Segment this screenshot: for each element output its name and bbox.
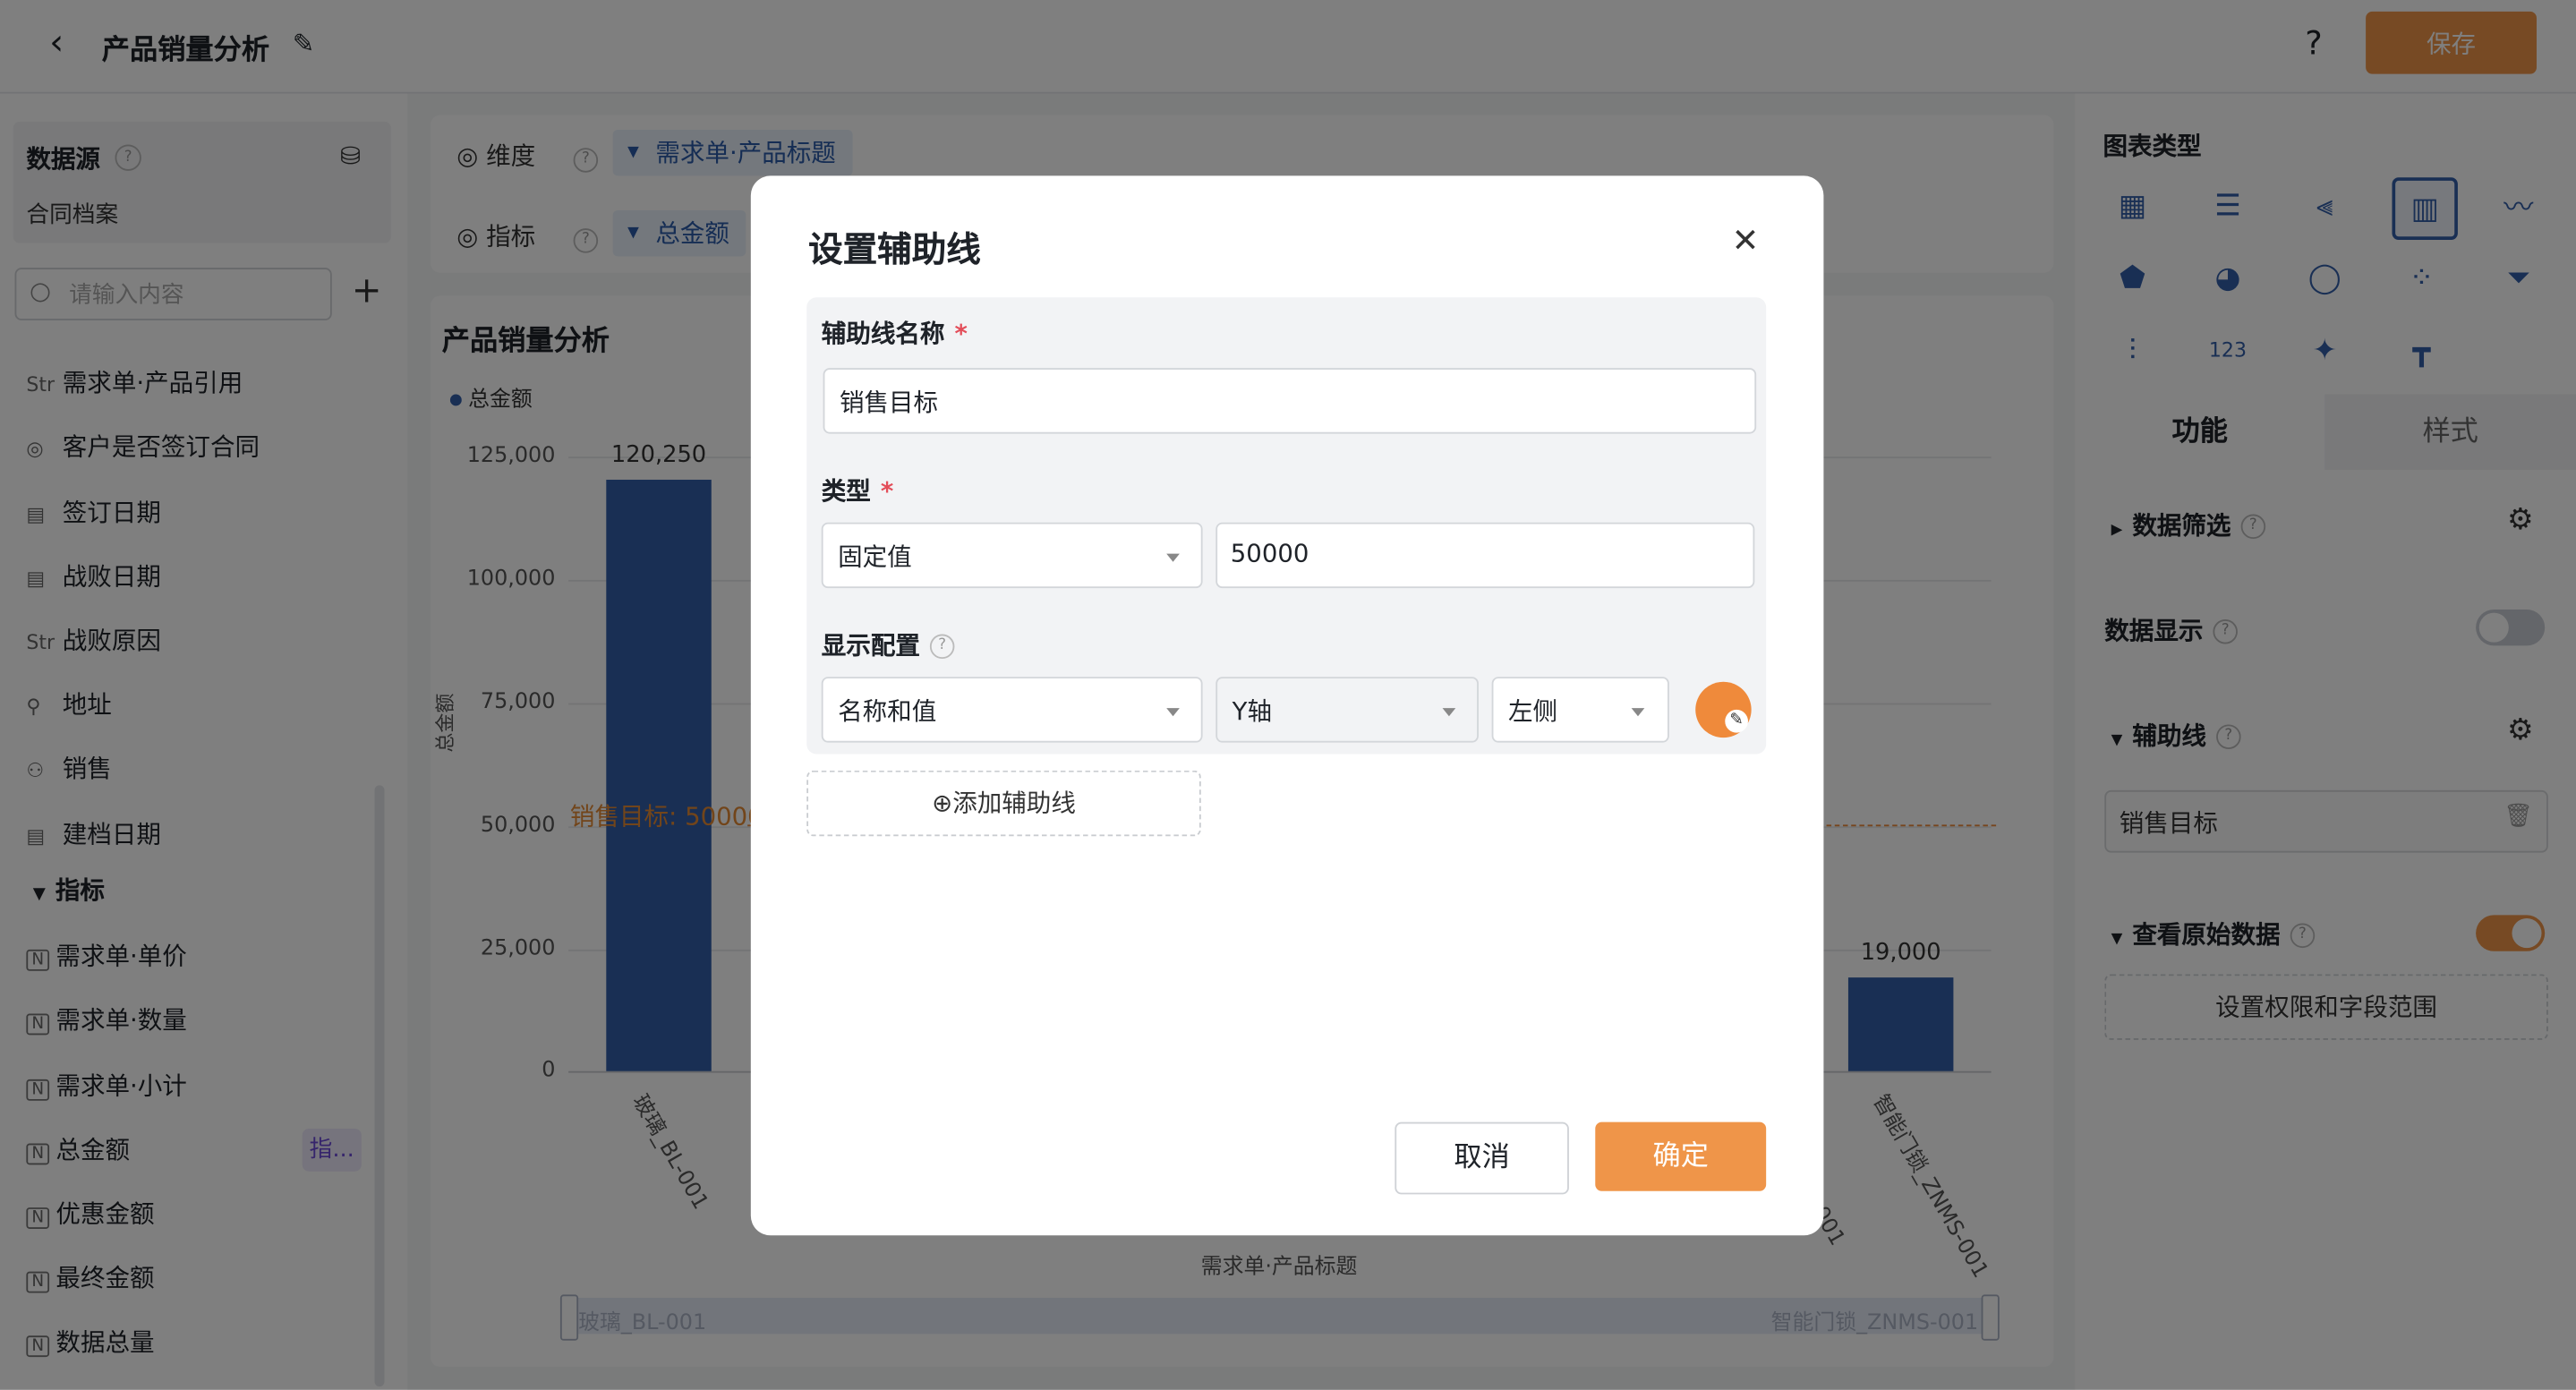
display-config-label: 显示配置? (822, 627, 955, 662)
type-label-text: 类型 (821, 476, 871, 507)
chevron-down-icon (1631, 708, 1645, 717)
type-label: 类型 * (822, 473, 894, 508)
dialog-title: 设置辅助线 (808, 229, 981, 270)
add-aux-line-button[interactable]: ⊕添加辅助线 (806, 770, 1201, 837)
close-icon[interactable]: ✕ (1732, 220, 1760, 260)
name-label-text: 辅助线名称 (821, 319, 945, 349)
axis-select-value: Y轴 (1232, 696, 1272, 727)
name-input[interactable] (823, 368, 1757, 434)
cancel-button[interactable]: 取消 (1395, 1121, 1569, 1195)
display-label-text: 显示配置 (821, 630, 920, 661)
name-label: 辅助线名称 * (822, 315, 968, 350)
required-mark: * (880, 476, 894, 507)
confirm-button[interactable]: 确定 (1595, 1121, 1767, 1191)
plus-circle-icon: ⊕ (932, 789, 953, 819)
add-aux-line-label: 添加辅助线 (952, 789, 1076, 819)
side-select-value: 左侧 (1507, 696, 1558, 727)
pencil-icon: ✎ (1725, 709, 1748, 733)
name-input-value: 销售目标 (839, 388, 939, 418)
chevron-down-icon (1166, 553, 1180, 562)
type-select-value: 固定值 (838, 542, 912, 572)
fixed-value-text: 50000 (1230, 539, 1309, 569)
chevron-down-icon (1442, 708, 1456, 717)
required-mark: * (954, 319, 968, 349)
display-content-value: 名称和值 (838, 696, 937, 727)
chevron-down-icon (1166, 708, 1180, 717)
question-icon[interactable]: ? (929, 634, 955, 660)
